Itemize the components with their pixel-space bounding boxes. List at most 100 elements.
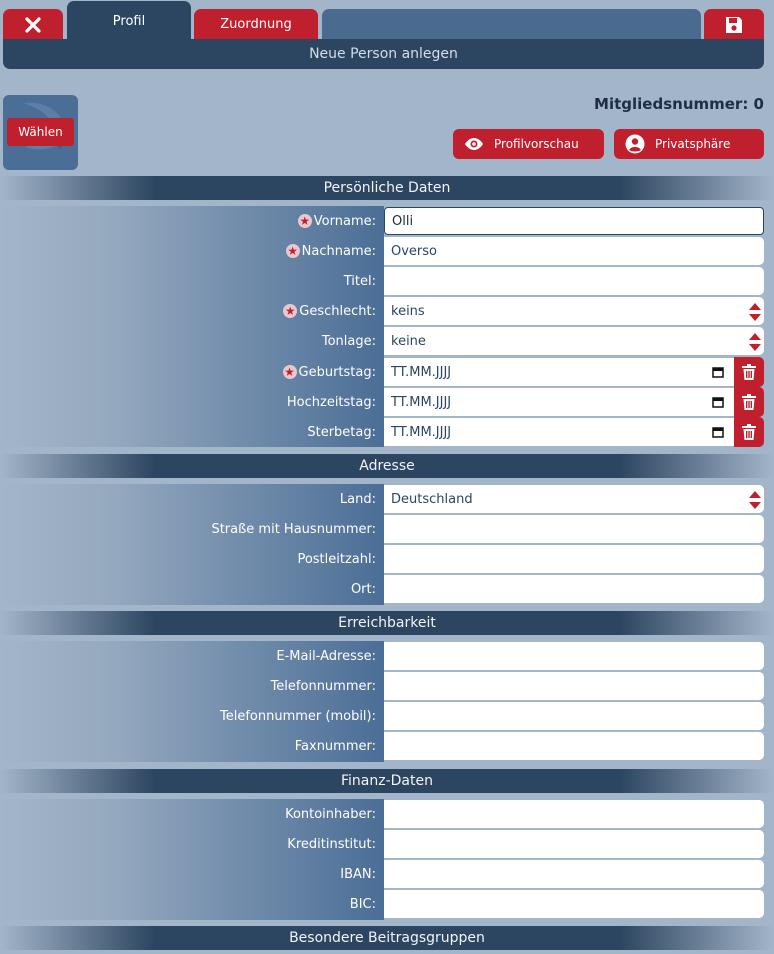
sterbetag-date-input[interactable]: TT.MM.JJJJ <box>384 418 734 446</box>
calendar-icon[interactable] <box>712 366 724 378</box>
close-button[interactable] <box>3 9 63 40</box>
profile-preview-label: Profilvorschau <box>494 137 579 151</box>
form-row-ort: Ort: <box>0 574 774 604</box>
land-value: Deutschland <box>391 491 473 507</box>
select-arrows-icon <box>749 333 761 351</box>
form-row-geburtstag: ★ Geburtstag: TT.MM.JJJJ <box>0 357 774 387</box>
postleitzahl-input[interactable] <box>384 545 764 573</box>
kontoinhaber-input[interactable] <box>384 800 764 828</box>
section-header-address: Adresse <box>0 454 774 478</box>
form-row-mobil: Telefonnummer (mobil): <box>0 701 774 731</box>
close-icon <box>25 16 41 33</box>
tab-zuordnung[interactable]: Zuordnung <box>194 9 318 40</box>
form-row-hochzeitstag: Hochzeitstag: TT.MM.JJJJ <box>0 387 774 417</box>
profile-preview-button[interactable]: Profilvorschau <box>453 129 604 159</box>
sterbetag-value: TT.MM.JJJJ <box>391 424 452 440</box>
form-row-titel: Titel: <box>0 266 774 296</box>
form-row-kreditinstitut: Kreditinstitut: <box>0 829 774 859</box>
land-select[interactable]: Deutschland <box>384 485 764 513</box>
form-row-iban: IBAN: <box>0 859 774 889</box>
nachname-input[interactable]: Overso <box>384 237 764 265</box>
strasse-input[interactable] <box>384 515 764 543</box>
field-label-geburtstag: ★ Geburtstag: <box>282 364 376 380</box>
required-star-icon: ★ <box>282 365 297 379</box>
geburtstag-value: TT.MM.JJJJ <box>391 364 452 380</box>
field-label-email: E-Mail-Adresse: <box>276 648 376 664</box>
form-row-vorname: ★ Vorname: Olli <box>0 206 774 236</box>
top-toolbar: Profil Zuordnung <box>0 0 774 40</box>
form-row-strasse: Straße mit Hausnummer: <box>0 514 774 544</box>
form-row-email: E-Mail-Adresse: <box>0 641 774 671</box>
required-star-icon: ★ <box>283 304 298 318</box>
eye-icon <box>463 133 485 155</box>
vorname-input[interactable]: Olli <box>384 207 764 235</box>
field-label-geschlecht: ★ Geschlecht: <box>283 303 376 319</box>
form-row-sterbetag: Sterbetag: TT.MM.JJJJ <box>0 417 774 447</box>
ort-input[interactable] <box>384 575 764 603</box>
bic-input[interactable] <box>384 890 764 918</box>
form-row-telefon: Telefonnummer: <box>0 671 774 701</box>
telefon-input[interactable] <box>384 672 764 700</box>
save-button[interactable] <box>704 9 764 40</box>
form-row-bic: BIC: <box>0 889 774 919</box>
tonlage-select[interactable]: keine <box>384 327 764 355</box>
privacy-label: Privatsphäre <box>655 137 731 151</box>
field-label-iban: IBAN: <box>340 866 376 882</box>
choose-photo-button[interactable]: Wählen <box>7 118 74 146</box>
form-row-geschlecht: ★ Geschlecht: keins <box>0 296 774 326</box>
field-label-kreditinstitut: Kreditinstitut: <box>287 836 376 852</box>
section-header-finance: Finanz-Daten <box>0 769 774 793</box>
save-icon <box>726 16 742 33</box>
required-star-icon: ★ <box>285 244 300 258</box>
trash-icon <box>742 364 756 380</box>
form-row-tonlage: Tonlage: keine <box>0 326 774 356</box>
email-input[interactable] <box>384 642 764 670</box>
clear-geburtstag-button[interactable] <box>734 357 764 387</box>
geburtstag-date-input[interactable]: TT.MM.JJJJ <box>384 358 734 386</box>
clear-hochzeitstag-button[interactable] <box>734 387 764 417</box>
field-label-titel: Titel: <box>343 273 376 289</box>
mobil-input[interactable] <box>384 702 764 730</box>
trash-icon <box>742 394 756 410</box>
trash-icon <box>742 424 756 440</box>
field-label-sterbetag: Sterbetag: <box>307 424 376 440</box>
form-row-kontoinhaber: Kontoinhaber: <box>0 799 774 829</box>
clear-sterbetag-button[interactable] <box>734 417 764 447</box>
form-row-postleitzahl: Postleitzahl: <box>0 544 774 574</box>
calendar-icon[interactable] <box>712 426 724 438</box>
calendar-icon[interactable] <box>712 396 724 408</box>
user-circle-icon <box>624 133 646 155</box>
section-header-special: Besondere Beitragsgruppen <box>0 926 774 950</box>
field-label-strasse: Straße mit Hausnummer: <box>211 521 376 537</box>
field-label-vorname: ★ Vorname: <box>297 213 376 229</box>
field-label-land: Land: <box>339 491 376 507</box>
field-label-mobil: Telefonnummer (mobil): <box>219 708 376 724</box>
tab-profil[interactable]: Profil <box>67 1 191 40</box>
tonlage-value: keine <box>391 333 426 349</box>
hochzeitstag-date-input[interactable]: TT.MM.JJJJ <box>384 388 734 416</box>
field-label-fax: Faxnummer: <box>294 738 376 754</box>
field-label-ort: Ort: <box>350 581 376 597</box>
select-arrows-icon <box>749 491 761 509</box>
form-row-fax: Faxnummer: <box>0 731 774 761</box>
field-label-nachname: ★ Nachname: <box>285 243 376 259</box>
field-label-hochzeitstag: Hochzeitstag: <box>286 394 376 410</box>
field-label-telefon: Telefonnummer: <box>270 678 376 694</box>
hochzeitstag-value: TT.MM.JJJJ <box>391 394 452 410</box>
tab-bar-filler <box>322 9 701 40</box>
form-row-land: Land: Deutschland <box>0 484 774 514</box>
iban-input[interactable] <box>384 860 764 888</box>
field-label-bic: BIC: <box>349 896 376 912</box>
privacy-button[interactable]: Privatsphäre <box>614 129 764 159</box>
geschlecht-value: keins <box>391 303 425 319</box>
fax-input[interactable] <box>384 732 764 760</box>
page-title: Neue Person anlegen <box>3 39 764 69</box>
geschlecht-select[interactable]: keins <box>384 297 764 325</box>
field-label-kontoinhaber: Kontoinhaber: <box>285 806 376 822</box>
kreditinstitut-input[interactable] <box>384 830 764 858</box>
field-label-postleitzahl: Postleitzahl: <box>297 551 376 567</box>
section-header-contact: Erreichbarkeit <box>0 611 774 635</box>
section-header-personal: Persönliche Daten <box>0 176 774 200</box>
required-star-icon: ★ <box>297 214 312 228</box>
titel-input[interactable] <box>384 267 764 295</box>
